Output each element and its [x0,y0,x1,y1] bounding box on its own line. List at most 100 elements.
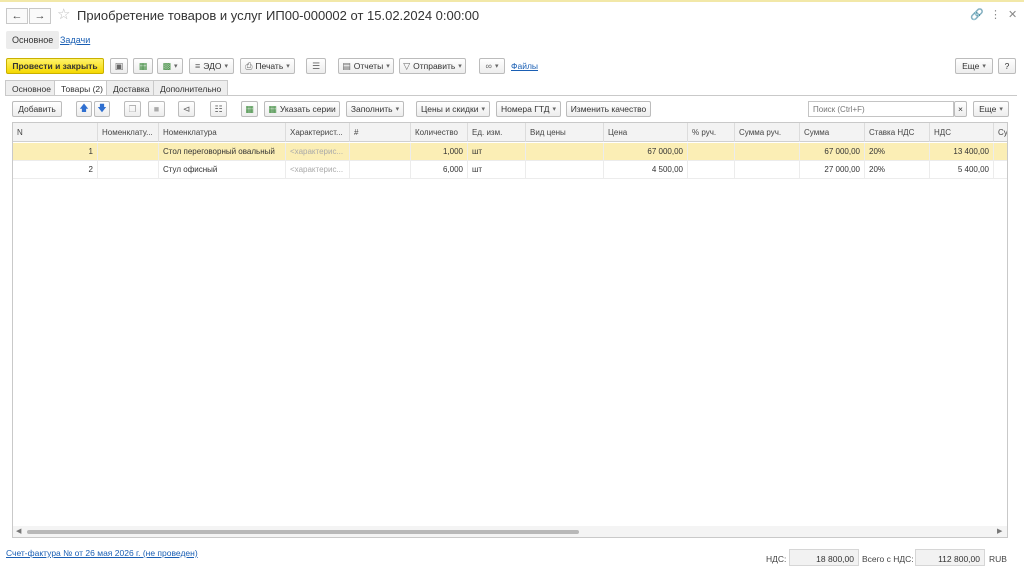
barcode-button[interactable]: ☷ [210,101,227,117]
clear-search-button[interactable]: × [954,101,967,117]
back-button[interactable]: ← [6,8,28,24]
horizontal-scrollbar[interactable]: ◀ ▶ [13,526,1007,537]
vat-total-value: 18 800,00 [789,549,859,566]
cell-n: 2 [13,161,98,179]
column-header-characteristic[interactable]: Характерист... [286,123,350,142]
cell-quantity: 6,000 [411,161,468,179]
column-header-price-type[interactable]: Вид цены [526,123,604,142]
chevron-down-icon: ▾ [481,106,485,113]
column-header-sum[interactable]: Сумма [800,123,865,142]
selection-icon: ▦ [245,103,254,114]
cell-extra [994,161,1007,179]
goods-more-button[interactable]: Еще ▾ [973,101,1009,117]
gtd-label: Номера ГТД [500,104,550,114]
cell-unit: шт [468,161,526,179]
chevron-down-icon: ▾ [395,106,400,113]
tab-goods[interactable]: Товары (2) [54,80,110,96]
close-icon: × [958,104,963,114]
top-accent-line [0,0,1024,2]
tab-additional[interactable]: Дополнительно [153,80,229,95]
change-quality-button[interactable]: Изменить качество [566,101,651,117]
link-icon[interactable]: 🔗 [970,8,984,21]
send-button[interactable]: ▽ Отправить ▾ [399,58,466,74]
create-based-icon: ▩ [162,60,171,71]
specify-series-button[interactable]: ▦ Указать серии [264,101,340,117]
move-up-button[interactable]: 🡅 [76,101,92,117]
scrollbar-thumb[interactable] [27,530,579,534]
post-document-icon: ▦ [138,60,148,71]
grand-total-value: 112 800,00 [915,549,985,566]
post-button[interactable]: ▦ [133,58,153,74]
gtd-numbers-button[interactable]: Номера ГТД ▾ [496,101,561,117]
cell-manual-percent [688,143,735,161]
column-header-price[interactable]: Цена [604,123,688,142]
tab-delivery[interactable]: Доставка [106,80,157,95]
copy-icon: ❐ [128,103,137,114]
column-header-manual-percent[interactable]: % руч. [688,123,735,142]
currency-label: RUB [989,554,1007,564]
vat-total-label: НДС: [766,554,787,564]
chevron-down-icon: ▾ [458,63,462,70]
paste-row-button[interactable]: ■ [148,101,165,117]
send-icon: ▽ [403,60,411,71]
selection-button[interactable]: ▦ [241,101,258,117]
fill-button[interactable]: Заполнить ▾ [346,101,404,117]
series-icon: ▦ [268,103,277,114]
goods-table: N Номенклату... Номенклатура Характерист… [12,122,1008,538]
favorite-star-icon[interactable]: ☆ [57,6,70,24]
goods-more-label: Еще [979,104,997,114]
arrow-left-icon: ← [11,10,23,22]
arrow-right-icon: → [34,10,46,22]
more-button[interactable]: Еще ▾ [955,58,993,74]
save-button[interactable]: ▣ [110,58,128,74]
reports-button[interactable]: ▤ Отчеты ▾ [338,58,394,74]
table-row[interactable]: 2 Стул офисный <характерис... 6,000 шт 4… [13,161,1007,179]
forward-button[interactable]: → [29,8,51,24]
post-and-close-button[interactable]: Провести и закрыть [6,58,104,74]
cell-manual-sum [735,161,800,179]
post-and-close-label: Провести и закрыть [12,61,98,71]
table-row[interactable]: 1 Стол переговорный овальный <характерис… [13,143,1007,161]
tab-basic[interactable]: Основное [5,80,58,95]
structure-button[interactable]: ☰ [306,58,326,74]
cell-nomenclature-short [98,143,159,161]
attach-button[interactable]: ∞ ▾ [479,58,505,74]
edo-label: ЭДО [203,61,222,71]
menu-dots-icon[interactable]: ⋮ [990,8,1001,21]
tab-main[interactable]: Основное [6,31,60,49]
table-header: N Номенклату... Номенклатура Характерист… [13,123,1007,142]
column-header-unit[interactable]: Ед. изм. [468,123,526,142]
change-quality-label: Изменить качество [570,104,647,114]
close-icon[interactable]: ✕ [1008,8,1017,21]
tab-tasks[interactable]: Задачи [60,35,90,45]
edo-button[interactable]: ≡ ЭДО ▾ [189,58,234,74]
move-down-button[interactable]: 🡇 [94,101,110,117]
cell-hash [350,161,411,179]
column-header-quantity[interactable]: Количество [411,123,468,142]
copy-row-button[interactable]: ❐ [124,101,141,117]
scroll-right-icon[interactable]: ▶ [997,527,1002,535]
add-row-button[interactable]: Добавить [12,101,62,117]
share-button[interactable]: ⊲ [178,101,195,117]
printer-icon: ⎙ [245,60,253,71]
column-header-vat-rate[interactable]: Ставка НДС [865,123,930,142]
prices-discounts-button[interactable]: Цены и скидки ▾ [416,101,490,117]
cell-nomenclature: Стол переговорный овальный [159,143,286,161]
reports-label: Отчеты [353,61,384,71]
print-button[interactable]: ⎙ Печать ▾ [240,58,295,74]
search-input[interactable] [808,101,954,117]
chevron-down-icon: ▾ [999,106,1003,113]
column-header-hash[interactable]: # [350,123,411,142]
column-header-extra[interactable]: Су [994,123,1007,142]
column-header-nomenclature[interactable]: Номенклатура [159,123,286,142]
help-button[interactable]: ? [998,58,1016,74]
column-header-nomenclature-short[interactable]: Номенклату... [98,123,159,142]
create-based-button[interactable]: ▩ ▾ [157,58,183,74]
column-header-manual-sum[interactable]: Сумма руч. [735,123,800,142]
column-header-n[interactable]: N [13,123,98,142]
chevron-down-icon: ▾ [552,106,557,113]
column-header-vat[interactable]: НДС [930,123,994,142]
files-link[interactable]: Файлы [511,61,538,71]
scroll-left-icon[interactable]: ◀ [16,527,21,535]
invoice-link[interactable]: Счет-фактура № от 26 мая 2026 г. (не про… [6,548,198,558]
